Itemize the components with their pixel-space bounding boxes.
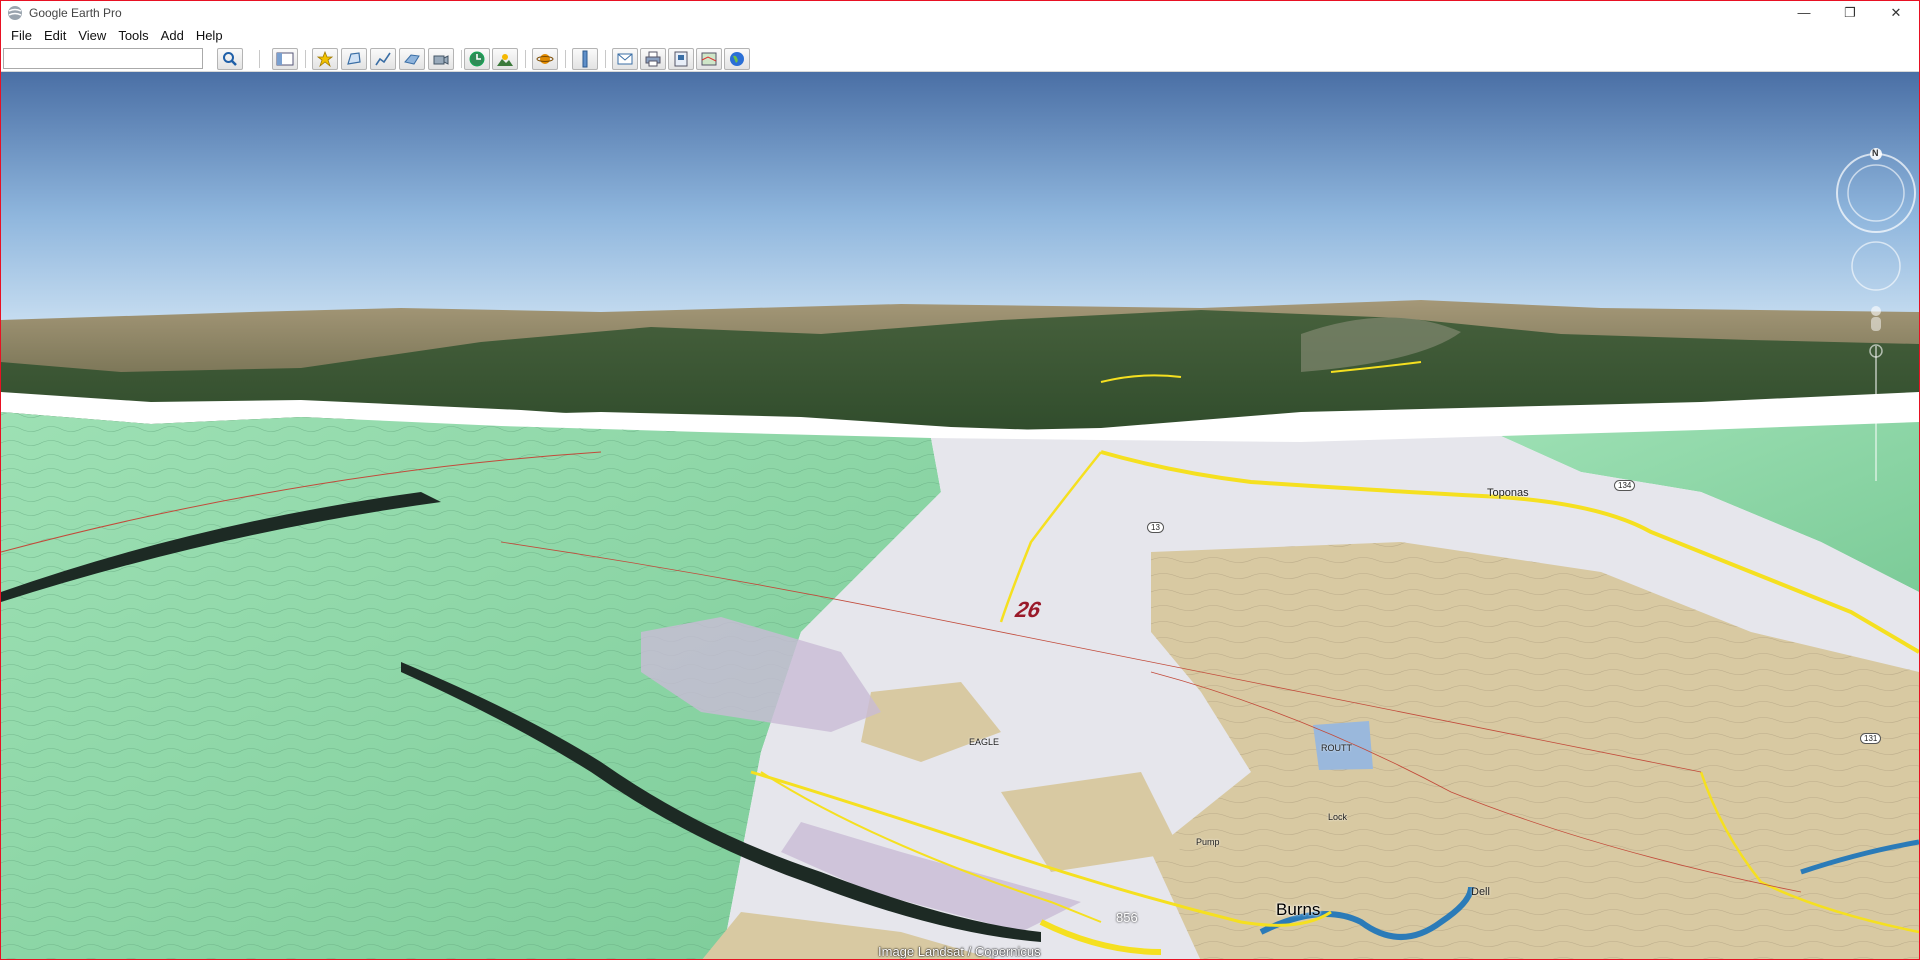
sunlight-icon: [497, 54, 513, 66]
compass-north-label: N: [1872, 148, 1879, 158]
terrain-render: [1, 72, 1919, 959]
placemark-icon: [316, 50, 334, 68]
save-image-button[interactable]: [668, 48, 694, 70]
toolbar-separator: [525, 50, 526, 68]
nav-control-graphics: [1836, 148, 1916, 481]
highway-shield-131: 131: [1860, 733, 1882, 744]
map-label-lock: Lock: [1328, 812, 1348, 822]
earth-icon: [730, 52, 744, 66]
toolbar: [1, 46, 1919, 72]
google-earth-window: Google Earth Pro — ❐ ✕ File Edit View To…: [0, 0, 1920, 960]
menu-tools[interactable]: Tools: [114, 26, 156, 45]
map-label-pump: Pump: [1196, 837, 1220, 847]
imagery-attribution: Image Landsat / Copernicus: [878, 944, 1041, 959]
sidebar-icon: [276, 52, 294, 66]
record-tour-icon: [433, 55, 449, 65]
minimize-button[interactable]: —: [1781, 1, 1827, 24]
toolbar-separator: [305, 50, 306, 68]
email-button[interactable]: [612, 48, 638, 70]
save-image-icon: [674, 51, 688, 67]
add-path-button[interactable]: [370, 48, 396, 70]
add-placemark-button[interactable]: [312, 48, 338, 70]
close-button[interactable]: ✕: [1873, 1, 1919, 24]
search-input[interactable]: [3, 48, 203, 69]
menu-bar: File Edit View Tools Add Help: [1, 24, 1919, 46]
path-icon: [375, 52, 391, 66]
window-title: Google Earth Pro: [29, 5, 122, 20]
toolbar-separator: [461, 50, 462, 68]
menu-file[interactable]: File: [7, 26, 40, 45]
road-label-856: 856: [1116, 910, 1138, 925]
highway-shield-134: 134: [1614, 480, 1636, 491]
toolbar-separator: [605, 50, 606, 68]
planets-button[interactable]: [532, 48, 558, 70]
add-polygon-button[interactable]: [341, 48, 367, 70]
highway-shield-13: 13: [1147, 522, 1164, 533]
title-bar: Google Earth Pro — ❐ ✕: [1, 1, 1919, 24]
ruler-icon: [582, 50, 588, 68]
map-label-dell: Dell: [1471, 886, 1490, 898]
historical-imagery-icon: [469, 51, 485, 67]
search-icon: [223, 52, 237, 66]
restore-button[interactable]: ❐: [1827, 1, 1873, 24]
record-tour-button[interactable]: [428, 48, 454, 70]
print-button[interactable]: [640, 48, 666, 70]
sunlight-button[interactable]: [492, 48, 518, 70]
toolbar-separator: [259, 50, 260, 68]
move-joystick[interactable]: [1851, 241, 1901, 291]
view-in-maps-icon: [701, 52, 717, 66]
minimize-icon: —: [1797, 5, 1811, 20]
image-overlay-icon: [404, 54, 420, 65]
town-label-burns: Burns: [1276, 900, 1321, 919]
search-button[interactable]: [217, 48, 243, 70]
restore-icon: ❐: [1844, 4, 1856, 20]
earth-3d-view[interactable]: Burns 856 Toponas 131 134 13 26 EAGLE RO…: [1, 72, 1919, 959]
historical-imagery-button[interactable]: [464, 48, 490, 70]
menu-help[interactable]: Help: [192, 26, 231, 45]
sidebar-toggle-button[interactable]: [272, 48, 298, 70]
google-earth-logo-icon: [8, 5, 22, 20]
toolbar-separator: [565, 50, 566, 68]
compass-ring[interactable]: [1836, 148, 1916, 233]
close-icon: ✕: [1890, 4, 1902, 20]
county-label-eagle: EAGLE: [969, 737, 1000, 747]
menu-view[interactable]: View: [74, 26, 114, 45]
town-label-toponas: Toponas: [1487, 487, 1529, 499]
menu-add[interactable]: Add: [157, 26, 192, 45]
view-in-maps-button[interactable]: [696, 48, 722, 70]
add-image-overlay-button[interactable]: [399, 48, 425, 70]
ruler-button[interactable]: [572, 48, 598, 70]
street-view-pegman-icon[interactable]: [1871, 306, 1881, 331]
zoom-slider[interactable]: [1869, 344, 1883, 481]
earth-button[interactable]: [724, 48, 750, 70]
window-controls: — ❐ ✕: [1781, 1, 1919, 24]
navigation-controls: N: [1829, 146, 1919, 486]
print-icon: [645, 51, 661, 67]
email-icon: [617, 53, 633, 65]
county-label-routt: ROUTT: [1321, 743, 1352, 753]
menu-edit[interactable]: Edit: [40, 26, 74, 45]
polygon-icon: [347, 52, 361, 65]
planets-icon: [536, 54, 554, 64]
